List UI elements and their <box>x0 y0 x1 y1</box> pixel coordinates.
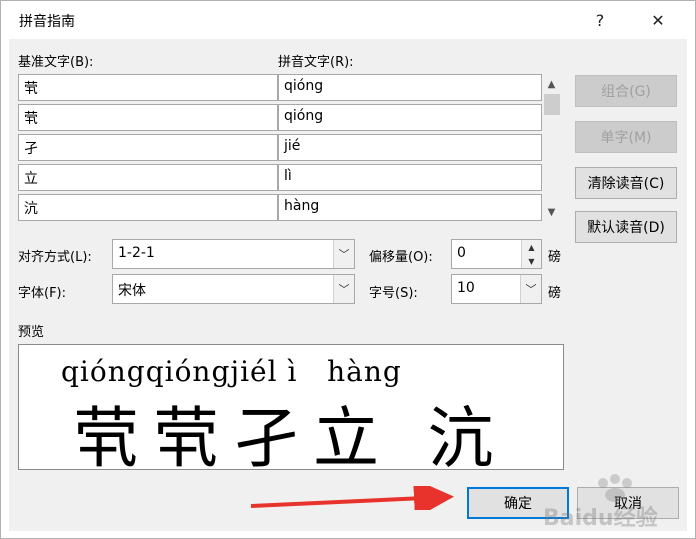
preview-hanzi: 茕茕孑立 沆 <box>73 400 508 477</box>
combine-button[interactable]: 组合(G) <box>575 75 677 107</box>
red-arrow-annotation <box>251 486 454 510</box>
pinyin-text-label: 拼音文字(R): <box>278 55 354 70</box>
pinyin-cell[interactable]: qióng <box>278 104 542 131</box>
size-unit: 磅 <box>548 286 562 301</box>
alignment-label: 对齐方式(L): <box>18 250 92 265</box>
alignment-select[interactable]: 1-2-1 ﹀ <box>112 239 355 269</box>
spin-up-icon[interactable]: ▲ <box>521 240 541 254</box>
base-cell[interactable]: 孑 <box>18 134 278 161</box>
spin-down-icon[interactable]: ▼ <box>521 254 541 268</box>
title-bar: 拼音指南 ? ✕ <box>1 1 695 39</box>
dialog-title: 拼音指南 <box>19 14 75 30</box>
default-pinyin-button[interactable]: 默认读音(D) <box>575 211 677 243</box>
grid-scrollbar[interactable]: ▲ ▼ <box>543 74 560 224</box>
font-label: 字体(F): <box>18 286 67 301</box>
ok-button[interactable]: 确定 <box>467 487 569 519</box>
preview-label: 预览 <box>18 325 45 340</box>
alignment-value: 1-2-1 <box>118 245 155 261</box>
clear-pinyin-button[interactable]: 清除读音(C) <box>575 167 677 199</box>
single-char-button[interactable]: 单字(M) <box>575 121 677 153</box>
chevron-down-icon[interactable]: ﹀ <box>520 275 541 303</box>
base-cell[interactable]: 沆 <box>18 194 278 221</box>
pinyin-cell[interactable]: lì <box>278 164 542 191</box>
close-icon: ✕ <box>651 10 665 30</box>
pinyin-cell[interactable]: jié <box>278 134 542 161</box>
offset-label: 偏移量(O): <box>369 250 433 265</box>
preview-pinyin: qióngqióngjiél ì hàng <box>61 355 402 388</box>
help-icon: ? <box>595 10 605 30</box>
font-select[interactable]: 宋体 ﹀ <box>112 274 355 304</box>
cancel-button[interactable]: 取消 <box>577 487 679 519</box>
pinyin-guide-dialog: 拼音指南 ? ✕ 基准文字(B): 拼音文字(R): 茕 qióng 茕 qió… <box>0 0 696 539</box>
scroll-thumb[interactable] <box>544 94 560 115</box>
close-button[interactable]: ✕ <box>635 1 681 39</box>
size-value: 10 <box>457 280 475 296</box>
pinyin-cell[interactable]: hàng <box>278 194 542 221</box>
offset-unit: 磅 <box>548 250 562 265</box>
chevron-down-icon[interactable]: ﹀ <box>333 240 354 268</box>
pinyin-cell[interactable]: qióng <box>278 74 542 101</box>
dialog-body: 基准文字(B): 拼音文字(R): 茕 qióng 茕 qióng 孑 jié … <box>9 39 687 531</box>
base-cell[interactable]: 立 <box>18 164 278 191</box>
offset-spinner[interactable]: 0 ▲ ▼ <box>451 239 542 269</box>
size-select[interactable]: 10 ﹀ <box>451 274 542 304</box>
font-value: 宋体 <box>118 283 146 299</box>
base-text-label: 基准文字(B): <box>18 55 94 70</box>
preview-box: qióngqióngjiél ì hàng 茕茕孑立 沆 <box>18 344 564 477</box>
base-cell[interactable]: 茕 <box>18 104 278 131</box>
offset-value: 0 <box>457 245 466 261</box>
chevron-down-icon[interactable]: ﹀ <box>333 275 354 303</box>
base-cell[interactable]: 茕 <box>18 74 278 101</box>
pinyin-grid: 茕 qióng 茕 qióng 孑 jié 立 lì 沆 hàng <box>18 72 568 224</box>
scroll-down-icon[interactable]: ▼ <box>543 204 560 221</box>
size-label: 字号(S): <box>369 286 418 301</box>
scroll-up-icon[interactable]: ▲ <box>543 76 560 93</box>
help-button[interactable]: ? <box>577 1 623 39</box>
